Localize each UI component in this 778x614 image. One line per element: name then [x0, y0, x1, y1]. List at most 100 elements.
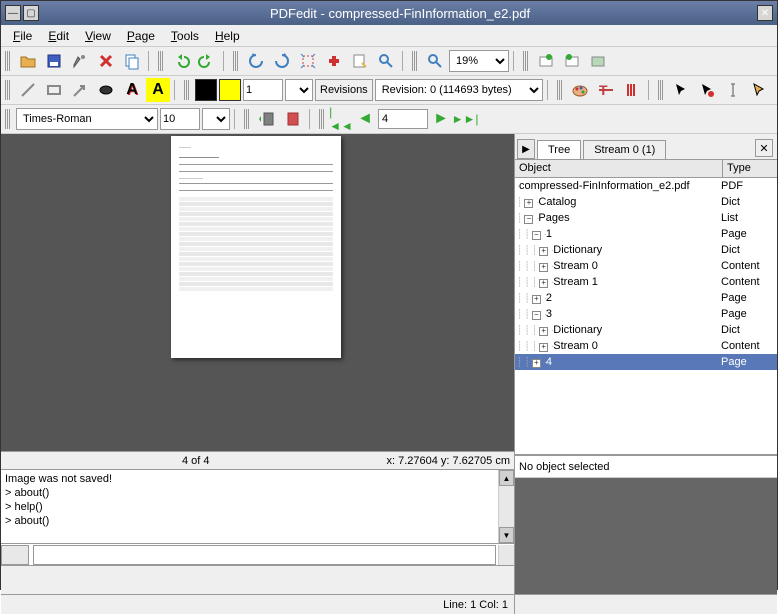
delete-page-icon[interactable] [281, 107, 305, 131]
page-number-input[interactable]: 4 [378, 109, 428, 129]
strike-icon[interactable]: T [594, 78, 618, 102]
grip-icon[interactable] [5, 109, 11, 129]
import-image-icon[interactable] [560, 49, 584, 73]
minimize-icon[interactable]: — [5, 5, 21, 21]
color-fg[interactable] [195, 79, 217, 101]
color-bg[interactable] [219, 79, 241, 101]
grip-icon[interactable] [244, 109, 250, 129]
line-width-input[interactable]: 1 [243, 79, 283, 101]
menu-edit[interactable]: Edit [40, 27, 77, 45]
tab-stream[interactable]: Stream 0 (1) [583, 140, 666, 159]
tree-row[interactable]: ┊ −·PagesList [515, 210, 777, 226]
tree-row[interactable]: ┊ ┊ −·3Page [515, 306, 777, 322]
tab-close-icon[interactable]: ✕ [755, 139, 773, 157]
edit-text-icon[interactable] [348, 49, 372, 73]
grip-icon[interactable] [158, 51, 164, 71]
document-view[interactable]: ——— ———————— —————— [1, 134, 514, 451]
revision-select[interactable]: Revision: 0 (114693 bytes) [375, 79, 543, 101]
export-image-icon[interactable] [534, 49, 558, 73]
open-icon[interactable] [16, 49, 40, 73]
add-page-icon[interactable] [322, 49, 346, 73]
grip-icon[interactable] [5, 51, 11, 71]
text-bold-icon[interactable]: A [120, 78, 144, 102]
tree-row[interactable]: ┊ ┊ +·2Page [515, 290, 777, 306]
tree-body[interactable]: ·compressed-FinInformation_e2.pdfPDF┊ +·… [515, 178, 777, 454]
tree-row[interactable]: ┊ ┊ ┊ +·DictionaryDict [515, 322, 777, 338]
rotate-right-icon[interactable] [270, 49, 294, 73]
first-page-icon[interactable]: |◄◄ [330, 108, 352, 130]
menu-tools[interactable]: Tools [163, 27, 207, 45]
insert-before-icon[interactable] [255, 107, 279, 131]
grip-icon[interactable] [184, 80, 190, 100]
palette-icon[interactable] [568, 78, 592, 102]
grip-icon[interactable] [658, 80, 664, 100]
undo-icon[interactable] [169, 49, 193, 73]
search-icon[interactable] [374, 49, 398, 73]
right-panel: ▶ Tree Stream 0 (1) ✕ Object Type ·compr… [515, 134, 777, 594]
close-icon[interactable]: ✕ [757, 5, 773, 21]
next-page-icon[interactable]: ► [430, 108, 452, 130]
tree-header: Object Type [515, 160, 777, 178]
tree-row[interactable]: ┊ ┊ ┊ +·Stream 0Content [515, 338, 777, 354]
tree-row[interactable]: ·compressed-FinInformation_e2.pdfPDF [515, 178, 777, 194]
command-input[interactable] [33, 545, 496, 565]
grip-icon[interactable] [523, 51, 529, 71]
run-button[interactable] [1, 545, 29, 565]
line-icon[interactable] [16, 78, 40, 102]
tab-scroll-icon[interactable]: ▶ [517, 139, 535, 159]
save-icon[interactable] [42, 49, 66, 73]
maximize-icon[interactable]: ▢ [23, 5, 39, 21]
grip-icon[interactable] [412, 51, 418, 71]
ellipse-icon[interactable] [94, 78, 118, 102]
fit-page-icon[interactable] [296, 49, 320, 73]
tree-row[interactable]: ┊ ┊ −·1Page [515, 226, 777, 242]
grip-icon[interactable] [5, 80, 11, 100]
tree-row[interactable]: ┊ ┊ ┊ +·DictionaryDict [515, 242, 777, 258]
col-object[interactable]: Object [515, 160, 723, 177]
font-style-select[interactable] [202, 108, 230, 130]
grip-icon[interactable] [557, 80, 563, 100]
grip-icon[interactable] [233, 51, 239, 71]
menu-file[interactable]: File [5, 27, 40, 45]
menu-page[interactable]: Page [119, 27, 163, 45]
delete-text-icon[interactable] [620, 78, 644, 102]
left-panel: ——— ———————— —————— 4 of 4 x: 7.27604 y:… [1, 134, 515, 594]
prev-page-icon[interactable]: ◄ [354, 108, 376, 130]
copy-icon[interactable] [120, 49, 144, 73]
scrollbar[interactable]: ▲ ▼ [498, 470, 514, 543]
page-count-label: 4 of 4 [5, 455, 386, 467]
redo-icon[interactable] [195, 49, 219, 73]
scroll-up-icon[interactable]: ▲ [499, 470, 514, 486]
arrow-icon[interactable] [68, 78, 92, 102]
tree-row[interactable]: ┊ +·CatalogDict [515, 194, 777, 210]
scroll-down-icon[interactable]: ▼ [499, 527, 514, 543]
col-type[interactable]: Type [723, 160, 777, 177]
menu-help[interactable]: Help [207, 27, 248, 45]
cursor-red-icon[interactable] [695, 78, 719, 102]
options-icon[interactable] [68, 49, 92, 73]
console-output: Image was not saved! > about() > help() … [1, 469, 514, 543]
text-cursor-icon[interactable] [721, 78, 745, 102]
toolbar-1: 19% [1, 47, 777, 76]
rotate-left-icon[interactable] [244, 49, 268, 73]
svg-text:T: T [599, 82, 608, 98]
font-size-input[interactable]: 10 [160, 108, 200, 130]
tab-tree[interactable]: Tree [537, 140, 581, 159]
last-page-icon[interactable]: ►►| [454, 108, 476, 130]
line-style-select[interactable] [285, 79, 313, 101]
font-select[interactable]: Times-Roman [16, 108, 158, 130]
grip-icon[interactable] [319, 109, 325, 129]
highlight-icon[interactable]: A [146, 78, 170, 102]
tree-row[interactable]: ┊ ┊ +·4Page [515, 354, 777, 370]
tree-row[interactable]: ┊ ┊ ┊ +·Stream 1Content [515, 274, 777, 290]
close-doc-icon[interactable] [94, 49, 118, 73]
image-icon[interactable] [586, 49, 610, 73]
menu-view[interactable]: View [77, 27, 119, 45]
zoom-select[interactable]: 19% [449, 50, 509, 72]
history-icon[interactable] [498, 545, 514, 565]
tree-row[interactable]: ┊ ┊ ┊ +·Stream 0Content [515, 258, 777, 274]
pointer-icon[interactable] [747, 78, 771, 102]
rect-icon[interactable] [42, 78, 66, 102]
cursor-icon[interactable] [669, 78, 693, 102]
zoom-icon[interactable] [423, 49, 447, 73]
